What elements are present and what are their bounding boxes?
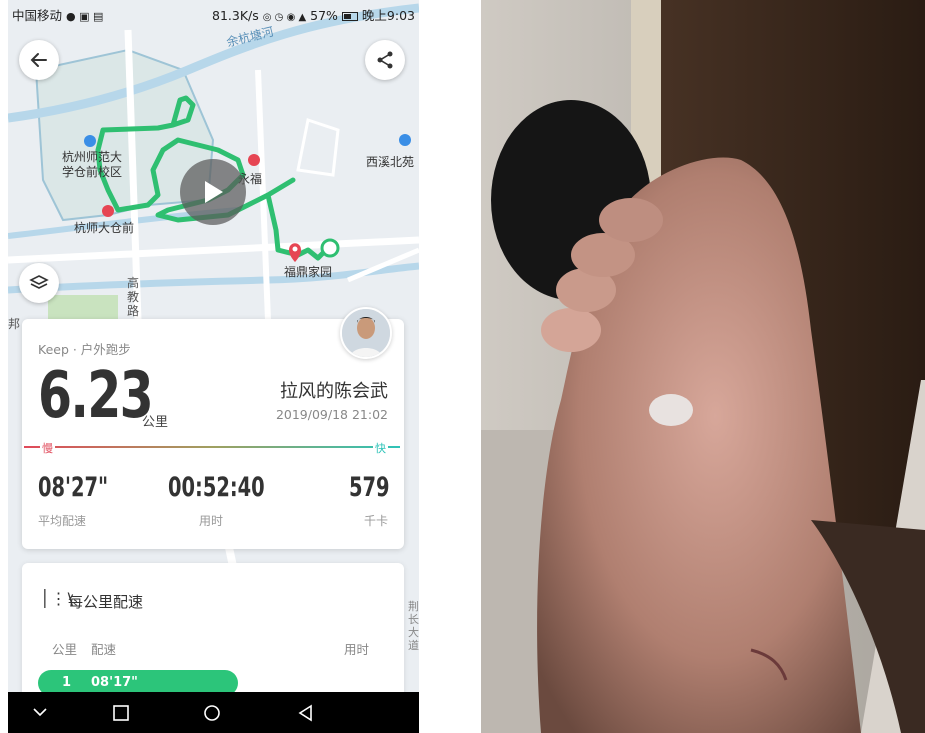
- user-name: 拉风的陈会武: [280, 381, 388, 402]
- distance-unit: 公里: [142, 415, 169, 430]
- share-icon: [377, 51, 393, 69]
- run-summary-card: Keep · 户外跑步 6.23 公里 拉风的陈会武 2019/09/18 21…: [22, 307, 404, 549]
- map-label-home: 福鼎家园: [284, 265, 333, 279]
- map-label-road-char: 高: [127, 276, 140, 290]
- layers-icon: [29, 275, 49, 289]
- avg-pace-value: 08'27": [38, 472, 109, 503]
- pace-row-km: 1: [62, 675, 72, 690]
- run-source: Keep · 户外跑步: [38, 342, 131, 357]
- foot-photo-illustration: [481, 0, 925, 733]
- map-label-edge-left: 邦: [8, 317, 21, 331]
- layers-button[interactable]: [19, 263, 59, 303]
- avatar[interactable]: [340, 307, 392, 359]
- map-label-edge-right: 荆 长 大 道: [408, 600, 419, 652]
- status-right: 81.3K/s ◎ ◷ ◉ ▲ 57% 晚上9:03: [212, 5, 415, 24]
- map-label-campus-line1: 杭州师范大: [62, 150, 123, 164]
- duration-value: 00:52:40: [168, 472, 265, 503]
- play-icon: [205, 181, 223, 203]
- map-label-edge-char: 大: [408, 626, 419, 639]
- calories-label: 千卡: [364, 514, 389, 528]
- share-button[interactable]: [365, 40, 405, 80]
- battery-level: 57%: [310, 8, 338, 23]
- col-header-pace: 配速: [91, 642, 117, 657]
- system-nav-bar: [8, 692, 419, 733]
- phone-screenshot: 余杭塘河 杭州师范大 学仓前校区 杭师大仓前 永福 西溪北苑 福鼎家园 高 教 …: [8, 0, 419, 733]
- map-label-edge-char: 长: [408, 613, 419, 626]
- notification-icons: ● ▣ ▤: [66, 10, 104, 23]
- distance-value: 6.23: [38, 359, 154, 433]
- map-label-road-char: 路: [127, 304, 140, 318]
- nav-home-icon[interactable]: [203, 704, 221, 722]
- signal-icons: ◎ ◷ ◉ ▲: [262, 12, 307, 23]
- map-label-campus-line2: 学仓前校区: [62, 165, 123, 179]
- duration-label: 用时: [199, 514, 224, 528]
- play-replay-button[interactable]: [180, 159, 246, 225]
- map-label-road: 高 教 路: [127, 276, 139, 318]
- col-header-time: 用时: [344, 642, 370, 657]
- map-label-station-east: 西溪北苑: [366, 155, 415, 169]
- fast-label: 快: [373, 440, 388, 456]
- pace-row-pace: 08'17": [91, 675, 138, 690]
- pace-gradient-bar: [24, 446, 400, 448]
- map-label-edge-char: 道: [408, 639, 419, 652]
- map-label-road-char: 教: [127, 290, 140, 304]
- clock: 晚上9:03: [361, 8, 415, 23]
- status-left: 中国移动 ● ▣ ▤: [12, 5, 103, 24]
- nav-recent-icon[interactable]: [112, 704, 130, 722]
- battery-icon: [341, 12, 358, 21]
- network-speed: 81.3K/s: [212, 8, 259, 23]
- map-label-edge-char: 荆: [408, 600, 419, 613]
- map-label-campus: 杭州师范大 学仓前校区: [62, 150, 122, 180]
- nav-collapse-icon[interactable]: [32, 705, 48, 719]
- run-datetime: 2019/09/18 21:02: [275, 407, 388, 422]
- calories-value: 579: [349, 472, 390, 503]
- avg-pace-label: 平均配速: [38, 514, 87, 528]
- carrier-label: 中国移动: [12, 8, 63, 23]
- back-arrow-icon: [30, 53, 47, 67]
- map-label-station-west: 杭师大仓前: [74, 221, 135, 235]
- pace-section-title: 每公里配速: [68, 593, 144, 611]
- col-header-km: 公里: [52, 642, 78, 657]
- avatar-image: [342, 309, 390, 357]
- back-button[interactable]: [19, 40, 59, 80]
- slow-label: 慢: [40, 440, 55, 456]
- nav-back-icon[interactable]: [297, 704, 315, 722]
- foot-photo: [481, 0, 925, 733]
- status-bar: 中国移动 ● ▣ ▤ 81.3K/s ◎ ◷ ◉ ▲ 57% 晚上9:03: [8, 0, 419, 26]
